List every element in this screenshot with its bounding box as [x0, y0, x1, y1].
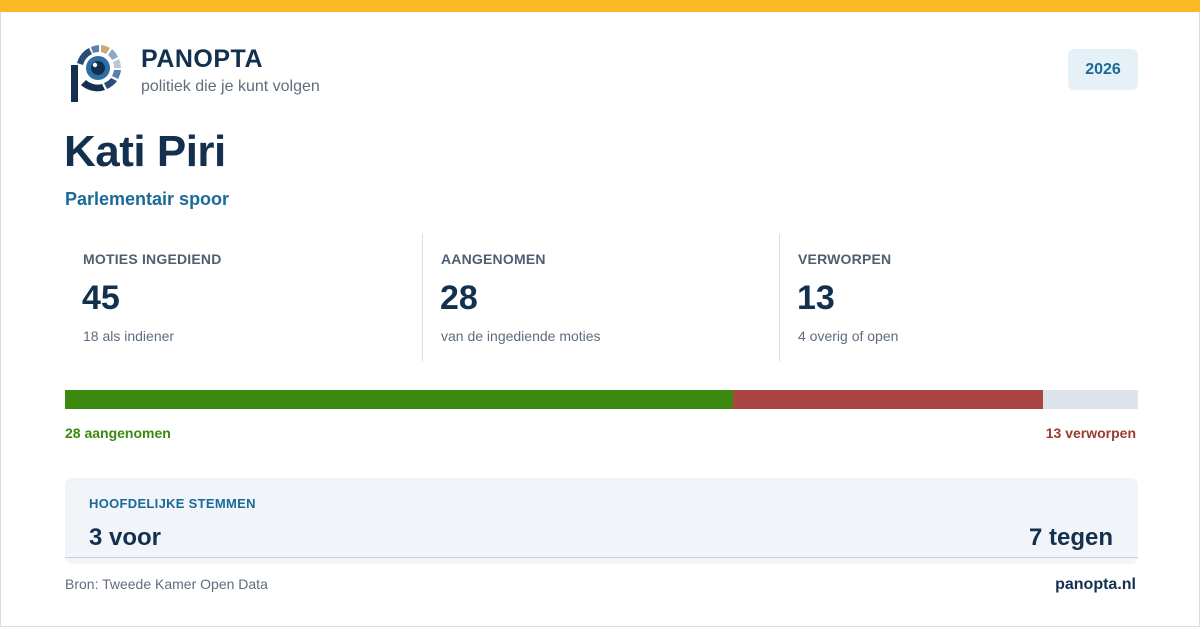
accepted-count-label: 28 aangenomen: [65, 425, 171, 441]
votes-heading: HOOFDELIJKE STEMMEN: [89, 496, 256, 511]
outcome-progress-bar: [65, 390, 1138, 409]
rejected-count-label: 13 verworpen: [1045, 425, 1136, 441]
source-note: Bron: Tweede Kamer Open Data: [65, 576, 268, 592]
stat-label: VERWORPEN: [798, 251, 892, 267]
brand-name: PANOPTA: [141, 45, 264, 73]
divider: [65, 557, 1138, 558]
accent-top-bar: [0, 0, 1200, 12]
stat-accepted: AANGENOMEN 28 van de ingediende moties: [422, 234, 780, 361]
stats-row: MOTIES INGEDIEND 45 18 als indiener AANG…: [65, 234, 1138, 361]
year-badge: 2026: [1068, 49, 1138, 90]
stat-label: AANGENOMEN: [441, 251, 546, 267]
page-title: Kati Piri: [64, 127, 226, 176]
brand-tagline: politiek die je kunt volgen: [141, 78, 320, 95]
stat-caption: van de ingediende moties: [441, 328, 601, 344]
votes-for: 3 voor: [89, 524, 162, 551]
stat-value: 13: [797, 279, 835, 317]
track-subtitle: Parlementair spoor: [65, 189, 230, 209]
stat-value: 28: [440, 279, 478, 317]
stat-rejected: VERWORPEN 13 4 overig of open: [779, 234, 1139, 361]
rejected-segment: [733, 390, 1043, 409]
stat-value: 45: [82, 279, 120, 317]
accepted-segment: [65, 390, 733, 409]
stat-label: MOTIES INGEDIEND: [83, 251, 222, 267]
stat-caption: 18 als indiener: [83, 328, 175, 344]
votes-against: 7 tegen: [1028, 524, 1113, 551]
site-link[interactable]: panopta.nl: [1055, 576, 1136, 594]
stat-caption: 4 overig of open: [798, 328, 899, 344]
roll-call-votes-panel: HOOFDELIJKE STEMMEN 3 voor 7 tegen: [65, 478, 1138, 564]
stat-motions-submitted: MOTIES INGEDIEND 45 18 als indiener: [65, 234, 422, 361]
panopta-eye-logo-icon: [71, 45, 121, 102]
share-card: PANOPTA politiek die je kunt volgen 2026…: [0, 0, 1200, 627]
